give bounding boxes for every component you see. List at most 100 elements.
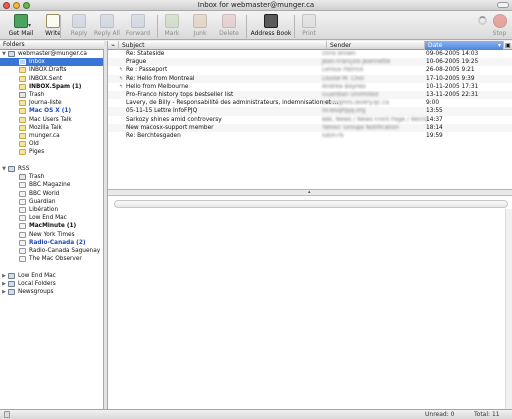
feed-icon	[19, 223, 26, 230]
message-row[interactable]: Pro-Franco history tops bestseller list G…	[108, 91, 512, 100]
folder-piges[interactable]: Piges	[0, 148, 103, 156]
toolbar-separator	[246, 15, 247, 38]
window-title: Inbox for webmaster@munger.ca	[197, 1, 315, 9]
folder-icon	[19, 149, 26, 156]
message-row[interactable]: ↰ Hello from Melbourne Andrea Baynes 10-11-…	[108, 83, 512, 91]
feed-icon	[19, 215, 26, 222]
total-count: Total: 11	[474, 411, 500, 418]
message-row[interactable]: Prague Jean-François Jeannette 10-06-2005 …	[108, 58, 512, 67]
feed-icon	[19, 239, 26, 246]
mark-icon	[165, 14, 179, 28]
folder-munger[interactable]: munger.ca	[0, 132, 103, 140]
reply-all-icon	[100, 14, 114, 28]
write-icon	[46, 14, 60, 28]
folder-pane-header: Folders	[0, 41, 104, 50]
message-row[interactable]: Re: Berchtesgaden lubin76 19:59	[108, 132, 512, 140]
drafts-folder-icon	[19, 67, 26, 74]
rss-account-icon	[8, 166, 15, 172]
message-row[interactable]: New macosx-support member Yahoo! Groups N…	[108, 123, 512, 132]
feed-icon	[19, 182, 26, 189]
folder-trash[interactable]: Trash	[0, 91, 103, 99]
account-icon	[8, 272, 15, 279]
message-list[interactable]: Re: Stateside chris brown 09-06-2005 14:03…	[108, 50, 512, 189]
folder-account-newsgroups[interactable]: ▶ Newsgroups	[0, 288, 103, 296]
feed-radio-canada[interactable]: Radio-Canada (2)	[0, 239, 103, 247]
delete-icon	[222, 14, 236, 28]
activity-throbber-icon	[478, 16, 487, 25]
folder-rss-trash[interactable]: Trash	[0, 173, 103, 181]
replied-icon: ↰	[119, 83, 124, 90]
feed-new-york-times[interactable]: New York Times	[0, 231, 103, 239]
get-mail-menu-arrow-icon[interactable]: ▾	[28, 22, 31, 29]
message-row[interactable]: ↰ Re : Passeport Leroux Patrice 26-08-2005 …	[108, 66, 512, 74]
folder-account-rss[interactable]: ▼ RSS	[0, 165, 103, 173]
folder-mac-users-talk[interactable]: Mac Users Talk	[0, 116, 103, 124]
disclosure-closed-icon[interactable]: ▶	[1, 288, 7, 296]
forward-icon	[131, 14, 145, 28]
folder-spam[interactable]: INBOX.Spam (1)	[0, 83, 103, 91]
subject-column-header[interactable]: Subject	[119, 41, 327, 50]
folder-sent[interactable]: INBOX.Sent	[0, 75, 103, 83]
trash-folder-icon	[19, 92, 26, 98]
offline-status-icon[interactable]	[4, 411, 10, 418]
folder-mac-os-x[interactable]: Mac OS X (1)	[0, 107, 103, 115]
message-preview-splitter[interactable]: ▴	[108, 189, 512, 196]
feed-liberation[interactable]: Libération	[0, 206, 103, 214]
message-list-header: ⌁ Subject Sender Date ▾ ▣	[108, 41, 512, 50]
folder-account-low-end-mac[interactable]: ▶ Low End Mac	[0, 272, 103, 280]
stop-button[interactable]: Stop	[487, 12, 512, 39]
trash-folder-icon	[19, 174, 26, 181]
disclosure-open-icon[interactable]: ▼	[1, 50, 7, 58]
toolbar-toggle-button[interactable]	[497, 2, 509, 8]
thread-column-header[interactable]: ⌁	[108, 41, 119, 50]
message-row[interactable]: Re: Stateside chris brown 09-06-2005 14:03	[108, 50, 512, 58]
feed-radio-canada-saguenay[interactable]: Radio-Canada Saguenay	[0, 247, 103, 255]
folder-account-local-folders[interactable]: ▶ Local Folders	[0, 280, 103, 288]
folder-mozilla-talk[interactable]: Mozilla Talk	[0, 124, 103, 132]
mail-account-icon	[8, 51, 15, 57]
message-preview-pane[interactable]	[108, 196, 512, 409]
disclosure-open-icon[interactable]: ▼	[1, 165, 7, 173]
disclosure-closed-icon[interactable]: ▶	[1, 280, 7, 288]
feed-mac-observer[interactable]: The Mac Observer	[0, 255, 103, 263]
preview-scrollbar[interactable]	[505, 209, 512, 409]
stop-icon	[492, 14, 507, 28]
feed-low-end-mac[interactable]: Low End Mac	[0, 214, 103, 222]
feed-icon	[19, 198, 26, 205]
message-row[interactable]: 05-11-15 Lettre InfoFPJQ lisTes@fpjq.org 1…	[108, 107, 512, 116]
folder-account-webmaster[interactable]: ▼ webmaster@munger.ca	[0, 50, 103, 58]
feed-icon	[19, 190, 26, 197]
message-row[interactable]: ↰ Re: Hello from Montreal Louise M. Choi 17…	[108, 74, 512, 83]
splitter-grip-icon: ▴	[308, 189, 311, 195]
print-button[interactable]: Print	[290, 12, 328, 39]
message-row[interactable]: Sarkozy shines amid controversy BBC News …	[108, 116, 512, 124]
column-picker-icon[interactable]: ▣	[504, 41, 512, 50]
inbox-folder-icon	[19, 59, 26, 66]
reply-icon	[72, 14, 86, 28]
folder-icon	[19, 100, 26, 107]
unread-count: Unread: 0	[425, 411, 455, 418]
print-icon	[302, 14, 316, 28]
folder-pane[interactable]: ▼ webmaster@munger.ca Inbox INBOX.Drafts …	[0, 50, 104, 409]
disclosure-closed-icon[interactable]: ▶	[1, 272, 7, 280]
sender-column-header[interactable]: Sender	[327, 41, 425, 50]
feed-bbc-world[interactable]: BBC World	[0, 190, 103, 198]
get-mail-icon	[14, 14, 28, 28]
status-bar: Unread: 0 Total: 11	[0, 409, 512, 419]
folder-inbox[interactable]: Inbox	[0, 58, 103, 67]
folder-drafts[interactable]: INBOX.Drafts	[0, 66, 103, 74]
replied-icon: ↰	[119, 75, 124, 82]
address-book-button[interactable]: Address Book	[250, 12, 292, 39]
forward-button[interactable]: Forward	[119, 12, 157, 39]
folder-journa-liste[interactable]: Journa-liste	[0, 99, 103, 107]
message-row[interactable]: Lavery, de Billy - Responsabilité des ad…	[108, 99, 512, 107]
feed-macminute[interactable]: MacMinute (1)	[0, 222, 103, 230]
feed-icon	[19, 207, 26, 213]
toolbar: Get Mail ▾ Write Reply Reply All Forward…	[0, 11, 512, 40]
date-column-header[interactable]: Date ▾	[425, 41, 504, 50]
feed-guardian[interactable]: Guardian	[0, 198, 103, 206]
title-bar[interactable]: Inbox for webmaster@munger.ca	[0, 0, 512, 11]
feed-bbc-magazine[interactable]: BBC Magazine	[0, 181, 103, 189]
delete-button[interactable]: Delete	[210, 12, 248, 39]
folder-old[interactable]: Old	[0, 140, 103, 148]
